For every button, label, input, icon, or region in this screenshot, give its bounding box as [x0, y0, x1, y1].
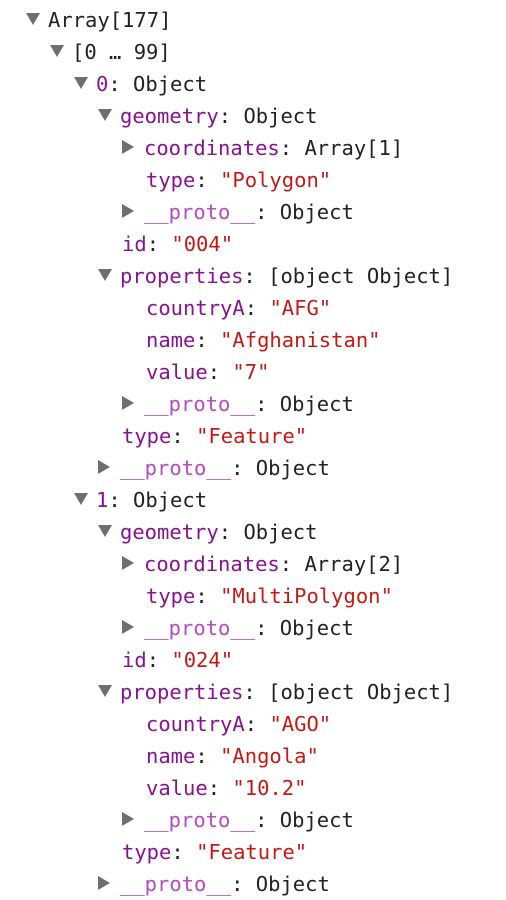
tree-row-coordinates[interactable]: coordinates: Array[1] [0, 132, 506, 164]
countryA-key: countryA [146, 712, 245, 736]
expanded-triangle-icon[interactable] [98, 525, 112, 537]
expanded-triangle-icon[interactable] [74, 77, 88, 89]
tree-row-geometry-type: type: "Polygon" [146, 168, 332, 192]
proto-key: __proto__ [144, 616, 256, 640]
value-key: value [146, 360, 208, 384]
name-key: name [146, 328, 196, 352]
expanded-triangle-icon[interactable] [98, 109, 112, 121]
proto-key: __proto__ [144, 808, 256, 832]
collapsed-triangle-icon[interactable] [122, 812, 134, 826]
name-key: name [146, 744, 196, 768]
coordinates-key: coordinates [144, 136, 280, 160]
proto-key: __proto__ [120, 456, 232, 480]
tree-row-proto[interactable]: __proto__: Object [0, 196, 506, 228]
tree-row-item-1[interactable]: 1: Object [0, 484, 506, 516]
geometry-value: Object [243, 520, 318, 544]
collapsed-triangle-icon[interactable] [122, 204, 134, 218]
name-value: "Angola" [220, 744, 319, 768]
tree-row-proto[interactable]: __proto__: Object [0, 388, 506, 420]
tree-row-type: type: "Feature" [122, 424, 308, 448]
value-value: "10.2" [232, 776, 307, 800]
item-index: 0 [96, 72, 109, 96]
tree-row-item-0[interactable]: 0: Object [0, 68, 506, 100]
properties-key: properties [120, 264, 244, 288]
tree-row-countryA: countryA: "AFG" [146, 296, 332, 320]
id-key: id [122, 232, 147, 256]
tree-row-coordinates[interactable]: coordinates: Array[2] [0, 548, 506, 580]
tree-row-geometry[interactable]: geometry: Object [0, 100, 506, 132]
proto-value: Object [279, 200, 354, 224]
root-label: Array[177] [48, 8, 172, 32]
tree-row-type: type: "Feature" [122, 840, 308, 864]
tree-row-value: value: "10.2" [146, 776, 307, 800]
tree-row-proto[interactable]: __proto__: Object [0, 612, 506, 644]
collapsed-triangle-icon[interactable] [122, 620, 134, 634]
coordinates-value: Array[2] [304, 552, 404, 576]
proto-key: __proto__ [144, 392, 256, 416]
proto-value: Object [279, 392, 354, 416]
type-key: type [122, 424, 172, 448]
id-value: "004" [171, 232, 234, 256]
expanded-triangle-icon[interactable] [50, 45, 64, 57]
type-value: "MultiPolygon" [220, 584, 393, 608]
type-value: "Feature" [196, 840, 308, 864]
collapsed-triangle-icon[interactable] [122, 556, 134, 570]
item-type: Object [133, 488, 208, 512]
console-object-tree: Array[177] [0 … 99] 0: Object geometry: … [0, 0, 506, 900]
range-label: [0 … 99] [72, 40, 171, 64]
tree-row-id: id: "004" [122, 232, 234, 256]
type-value: "Feature" [196, 424, 308, 448]
item-index: 1 [96, 488, 109, 512]
expanded-triangle-icon[interactable] [98, 269, 112, 281]
geometry-value: Object [243, 104, 318, 128]
collapsed-triangle-icon[interactable] [98, 876, 110, 890]
tree-row-value: value: "7" [146, 360, 270, 384]
tree-row-proto[interactable]: __proto__: Object [0, 868, 506, 900]
tree-row-countryA: countryA: "AGO" [146, 712, 332, 736]
proto-value: Object [279, 808, 354, 832]
tree-row-id: id: "024" [122, 648, 234, 672]
properties-value: [object Object] [268, 680, 454, 704]
proto-value: Object [279, 616, 354, 640]
item-type: Object [133, 72, 208, 96]
type-key: type [122, 840, 172, 864]
countryA-key: countryA [146, 296, 245, 320]
properties-key: properties [120, 680, 244, 704]
proto-value: Object [255, 456, 330, 480]
geometry-key: geometry [120, 520, 219, 544]
value-value: "7" [232, 360, 270, 384]
tree-row-name: name: "Afghanistan" [146, 328, 381, 352]
value-key: value [146, 776, 208, 800]
properties-value: [object Object] [268, 264, 454, 288]
tree-row-range[interactable]: [0 … 99] [0, 36, 506, 68]
id-value: "024" [171, 648, 234, 672]
type-key: type [146, 168, 196, 192]
expanded-triangle-icon[interactable] [74, 493, 88, 505]
proto-value: Object [255, 872, 330, 896]
tree-row-root[interactable]: Array[177] [0, 4, 506, 36]
countryA-value: "AFG" [269, 296, 332, 320]
coordinates-key: coordinates [144, 552, 280, 576]
id-key: id [122, 648, 147, 672]
proto-key: __proto__ [120, 872, 232, 896]
proto-key: __proto__ [144, 200, 256, 224]
geometry-key: geometry [120, 104, 219, 128]
collapsed-triangle-icon[interactable] [122, 396, 134, 410]
collapsed-triangle-icon[interactable] [98, 460, 110, 474]
coordinates-value: Array[1] [304, 136, 404, 160]
tree-row-proto[interactable]: __proto__: Object [0, 452, 506, 484]
type-key: type [146, 584, 196, 608]
tree-row-name: name: "Angola" [146, 744, 319, 768]
tree-row-geometry[interactable]: geometry: Object [0, 516, 506, 548]
tree-row-properties[interactable]: properties: [object Object] [0, 676, 506, 708]
expanded-triangle-icon[interactable] [26, 13, 40, 25]
tree-row-proto[interactable]: __proto__: Object [0, 804, 506, 836]
type-value: "Polygon" [220, 168, 332, 192]
collapsed-triangle-icon[interactable] [122, 140, 134, 154]
countryA-value: "AGO" [269, 712, 332, 736]
tree-row-geometry-type: type: "MultiPolygon" [146, 584, 393, 608]
tree-row-properties[interactable]: properties: [object Object] [0, 260, 506, 292]
expanded-triangle-icon[interactable] [98, 685, 112, 697]
name-value: "Afghanistan" [220, 328, 381, 352]
